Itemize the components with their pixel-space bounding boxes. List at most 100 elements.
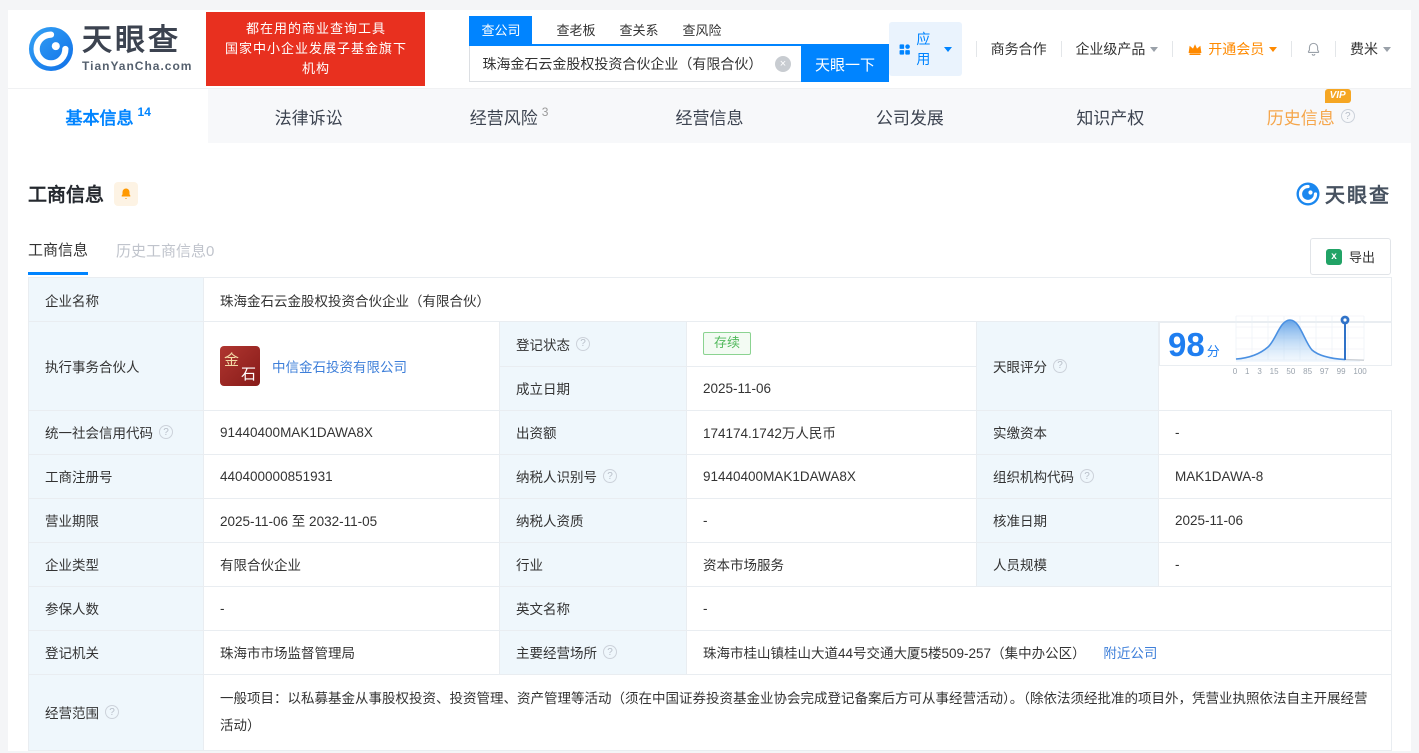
brand-name: 天眼查 bbox=[82, 23, 181, 57]
crown-icon bbox=[1188, 44, 1202, 55]
tab-count-badge: 14 bbox=[137, 105, 151, 119]
business-scope-value: 一般项目：以私募基金从事股权投资、投资管理、资产管理等活动（须在中国证券投资基金… bbox=[202, 673, 1393, 751]
field-label: 主要经营场所? bbox=[499, 629, 687, 675]
nav-tab-basic-info[interactable]: 基本信息 14 bbox=[8, 89, 209, 143]
executive-partner-cell: 金 石 中信金石投资有限公司 bbox=[203, 321, 500, 411]
help-icon[interactable]: ? bbox=[1340, 109, 1355, 123]
score-value: 98 bbox=[1168, 325, 1205, 363]
search-button[interactable]: 天眼一下 bbox=[801, 46, 889, 82]
nav-tab-development[interactable]: 公司发展 bbox=[810, 89, 1010, 143]
establish-date-value: 2025-11-06 bbox=[686, 365, 977, 411]
taxpayer-id-value: 91440400MAK1DAWA8X bbox=[686, 453, 977, 499]
search-tab-company[interactable]: 查公司 bbox=[469, 16, 533, 44]
address-cell: 珠海市桂山镇桂山大道44号交通大厦5楼509-257（集中办公区） 附近公司 bbox=[685, 629, 1393, 675]
help-icon[interactable]: ? bbox=[1080, 469, 1094, 483]
subtab-history-business-info[interactable]: 历史工商信息0 bbox=[116, 240, 214, 273]
subtab-business-info[interactable]: 工商信息 bbox=[28, 239, 89, 275]
field-label: 统一社会信用代码? bbox=[28, 409, 204, 455]
watermark-text: 天眼查 bbox=[1325, 185, 1391, 207]
search-tab-risk[interactable]: 查风险 bbox=[682, 16, 721, 44]
staff-value: - bbox=[1157, 541, 1393, 587]
nav-tab-ip[interactable]: 知识产权 bbox=[1010, 89, 1210, 143]
help-icon[interactable]: ? bbox=[105, 705, 119, 720]
divider bbox=[975, 41, 977, 57]
help-icon[interactable]: ? bbox=[1053, 358, 1067, 373]
table-row: 统一社会信用代码? 91440400MAK1DAWA8X 出资额 174174.… bbox=[28, 409, 1393, 455]
search-input[interactable] bbox=[469, 46, 801, 82]
username: 费米 bbox=[1350, 41, 1379, 57]
business-info-table: 企业名称 珠海金石云金股权投资合伙企业（有限合伙） 执行事务合伙人 金 石 中信… bbox=[28, 277, 1393, 751]
bell-icon bbox=[121, 187, 131, 199]
field-label: 企业类型 bbox=[28, 541, 204, 587]
table-row: 经营范围? 一般项目：以私募基金从事股权投资、投资管理、资产管理等活动（须在中国… bbox=[28, 673, 1393, 751]
chevron-down-icon bbox=[1150, 46, 1159, 56]
partner-company-link[interactable]: 中信金石投资有限公司 bbox=[272, 356, 407, 376]
table-row: 企业类型 有限合伙企业 行业 资本市场服务 人员规模 - bbox=[28, 541, 1393, 587]
watermark-logo: 天眼查 bbox=[1296, 179, 1391, 208]
divider bbox=[1060, 41, 1062, 57]
brand-domain: TianYanCha.com bbox=[82, 58, 193, 73]
notification-bell-icon[interactable] bbox=[1306, 40, 1321, 58]
chevron-down-icon bbox=[1383, 46, 1392, 56]
nav-tab-risk[interactable]: 经营风险 3 bbox=[409, 89, 609, 143]
table-row: 工商注册号 440400000851931 纳税人识别号? 91440400MA… bbox=[28, 453, 1393, 499]
company-type-value: 有限合伙企业 bbox=[203, 541, 500, 587]
tab-count-badge: 3 bbox=[541, 105, 549, 119]
main-content: 工商信息 天眼查 工商信息 历史工商信息0 x 导出 企业名称 珠海金石云金股权… bbox=[8, 179, 1411, 751]
term-value: 2025-11-06 至 2032-11-05 bbox=[203, 497, 500, 543]
open-vip-button[interactable]: 开通会员 bbox=[1187, 39, 1278, 59]
site-logo[interactable]: 天眼查 TianYanCha.com bbox=[28, 23, 193, 73]
tianyan-score-cell: 98 分 0 1 3 15 50 85 97 99 100 bbox=[1159, 315, 1392, 376]
insured-value: - bbox=[203, 585, 500, 631]
chart-x-ticks: 0 1 3 15 50 85 97 99 100 bbox=[1232, 367, 1367, 376]
field-label: 营业期限 bbox=[28, 497, 204, 543]
menu-business-cooperation[interactable]: 商务合作 bbox=[991, 39, 1047, 59]
table-row: 参保人数 - 英文名称 - bbox=[28, 585, 1393, 631]
menu-enterprise-products[interactable]: 企业级产品 bbox=[1075, 39, 1159, 59]
nearby-companies-link[interactable]: 附近公司 bbox=[1103, 646, 1157, 661]
company-name-value: 珠海金石云金股权投资合伙企业（有限合伙） bbox=[202, 277, 1393, 322]
field-label: 英文名称 bbox=[499, 585, 687, 631]
section-header: 工商信息 天眼查 bbox=[28, 179, 1391, 208]
help-icon[interactable]: ? bbox=[159, 425, 173, 439]
field-label: 纳税人资质 bbox=[499, 497, 687, 543]
page-container: 天眼查 TianYanCha.com 都在用的商业查询工具 国家中小企业发展子基… bbox=[8, 10, 1411, 751]
nav-tab-history[interactable]: 历史信息 VIP ? bbox=[1211, 88, 1411, 143]
subtab-row: 工商信息 历史工商信息0 x 导出 bbox=[28, 238, 1391, 275]
subscribe-bell-button[interactable] bbox=[114, 181, 139, 206]
search-tab-relation[interactable]: 查关系 bbox=[619, 16, 658, 44]
top-menu: 应用 商务合作 企业级产品 开通会员 费米 bbox=[889, 22, 1392, 76]
table-row: 登记机关 珠海市市场监督管理局 主要经营场所? 珠海市桂山镇桂山大道44号交通大… bbox=[28, 629, 1393, 675]
score-distribution-chart: 0 1 3 15 50 85 97 99 100 bbox=[1232, 312, 1368, 376]
help-icon[interactable]: ? bbox=[603, 469, 617, 483]
divider bbox=[1335, 41, 1337, 57]
apps-menu-button[interactable]: 应用 bbox=[889, 22, 962, 76]
chevron-down-icon bbox=[943, 46, 952, 56]
user-menu[interactable]: 费米 bbox=[1350, 39, 1392, 59]
site-header: 天眼查 TianYanCha.com 都在用的商业查询工具 国家中小企业发展子基… bbox=[8, 10, 1411, 88]
field-label: 组织机构代码? bbox=[976, 453, 1159, 499]
field-label: 行业 bbox=[499, 541, 687, 587]
search-tab-boss[interactable]: 查老板 bbox=[556, 16, 595, 44]
industry-value: 资本市场服务 bbox=[686, 541, 977, 587]
help-icon[interactable]: ? bbox=[603, 645, 617, 659]
field-label: 人员规模 bbox=[976, 541, 1159, 587]
field-label: 参保人数 bbox=[28, 585, 204, 631]
export-button[interactable]: x 导出 bbox=[1309, 238, 1391, 275]
search-tabs: 查公司 查老板 查关系 查风险 bbox=[469, 16, 889, 44]
clear-input-icon[interactable]: × bbox=[775, 56, 791, 72]
field-label: 出资额 bbox=[499, 409, 687, 455]
company-nav-tabs: 基本信息 14 法律诉讼 经营风险 3 经营信息 公司发展 知识产权 历史信息 … bbox=[8, 88, 1411, 143]
org-code-value: MAK1DAWA-8 bbox=[1157, 453, 1393, 499]
slogan-line1: 都在用的商业查询工具 bbox=[245, 20, 386, 36]
tianyancha-swirl-icon bbox=[28, 26, 74, 72]
nav-tab-legal[interactable]: 法律诉讼 bbox=[208, 89, 408, 143]
field-label: 经营范围? bbox=[28, 673, 204, 751]
field-label: 企业名称 bbox=[28, 277, 204, 322]
field-label: 成立日期 bbox=[499, 365, 687, 411]
field-label: 纳税人识别号? bbox=[499, 453, 687, 499]
partner-company-logo[interactable]: 金 石 bbox=[220, 345, 260, 386]
paid-in-value: - bbox=[1157, 409, 1393, 455]
nav-tab-operation[interactable]: 经营信息 bbox=[609, 89, 809, 143]
help-icon[interactable]: ? bbox=[576, 336, 590, 351]
